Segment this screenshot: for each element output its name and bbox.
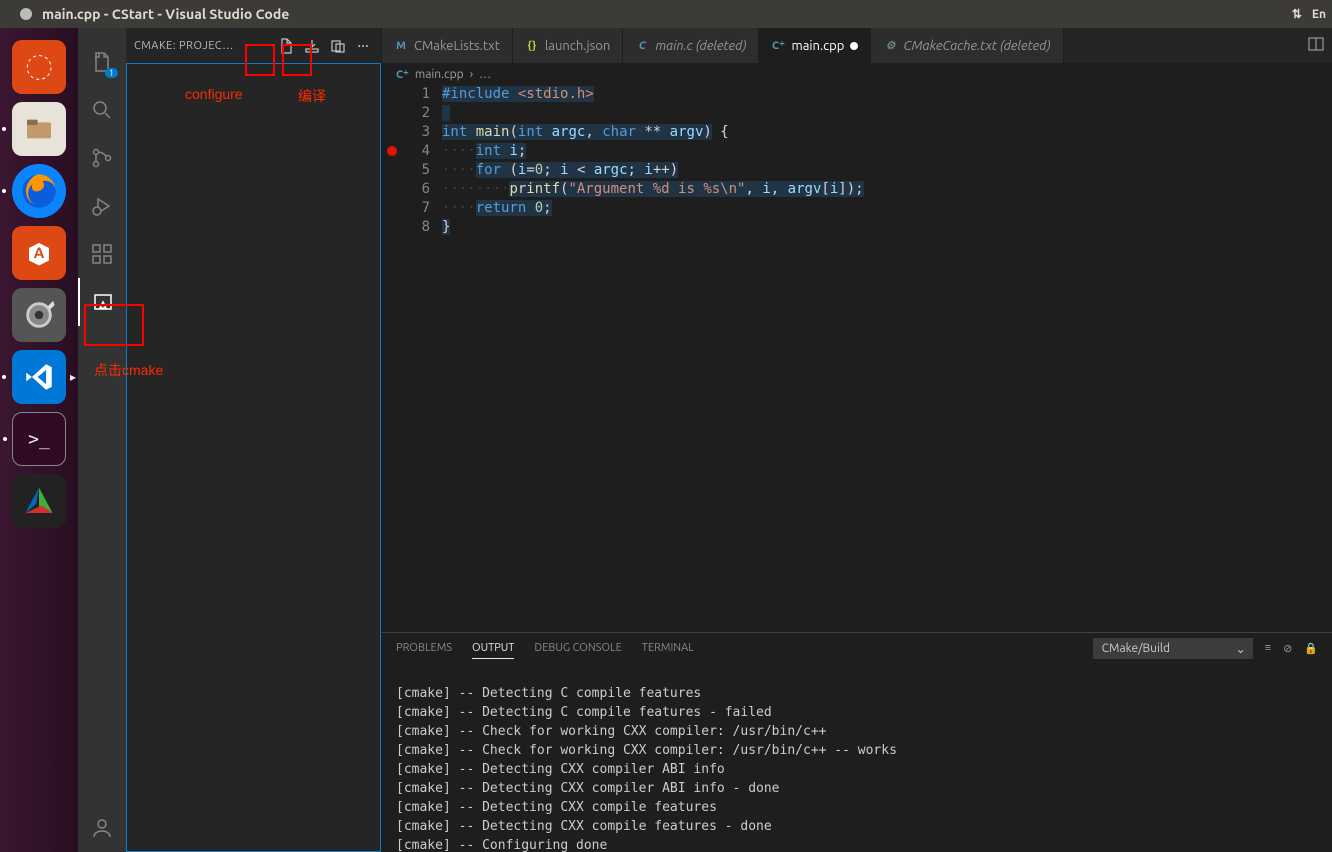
- launcher-vscode[interactable]: ▸: [12, 350, 66, 404]
- explorer-badge: 1: [105, 68, 118, 78]
- tab-cmakecache[interactable]: ⚙ CMakeCache.txt (deleted): [871, 28, 1063, 63]
- window-close-icon[interactable]: [20, 8, 32, 20]
- configure-icon[interactable]: [275, 35, 297, 57]
- launcher-software[interactable]: A: [12, 226, 66, 280]
- titlebar: main.cpp - CStart - Visual Studio Code ⇅…: [0, 0, 1332, 28]
- sidebar-header: CMAKE: PROJEC… ···: [126, 28, 381, 63]
- activity-account[interactable]: [78, 804, 126, 852]
- launcher-ubuntu[interactable]: ◌: [12, 40, 66, 94]
- svg-text:A: A: [34, 244, 45, 261]
- bottom-panel: PROBLEMS OUTPUT DEBUG CONSOLE TERMINAL C…: [382, 632, 1332, 852]
- tab-main-cpp[interactable]: C⁺ main.cpp: [759, 28, 871, 63]
- activity-bar: 1: [78, 28, 126, 852]
- keyboard-indicator[interactable]: En: [1312, 8, 1326, 21]
- launcher-settings[interactable]: [12, 288, 66, 342]
- ubuntu-launcher: ◌ A ▸ >_: [0, 0, 78, 852]
- launcher-terminal[interactable]: >_: [12, 412, 66, 466]
- tab-cmakelists[interactable]: M CMakeLists.txt: [382, 28, 513, 63]
- panel-tab-problems[interactable]: PROBLEMS: [396, 638, 452, 658]
- gear-icon: ⚙: [883, 39, 897, 53]
- panel-tabs: PROBLEMS OUTPUT DEBUG CONSOLE TERMINAL C…: [382, 633, 1332, 663]
- activity-explorer[interactable]: 1: [78, 38, 126, 86]
- sidebar-body[interactable]: [126, 63, 381, 852]
- editor-area: M CMakeLists.txt {} launch.json C main.c…: [382, 28, 1332, 852]
- panel-tab-debug[interactable]: DEBUG CONSOLE: [534, 638, 621, 658]
- activity-scm[interactable]: [78, 134, 126, 182]
- more-icon[interactable]: ···: [353, 37, 373, 55]
- code-editor[interactable]: 12345678 #include <stdio.h> int main(int…: [382, 85, 1332, 632]
- breakpoint-icon[interactable]: [387, 146, 397, 156]
- tabs-row: M CMakeLists.txt {} launch.json C main.c…: [382, 28, 1332, 63]
- build-icon[interactable]: [301, 35, 323, 57]
- tab-launch-json[interactable]: {} launch.json: [513, 28, 623, 63]
- activity-search[interactable]: [78, 86, 126, 134]
- panel-output[interactable]: [cmake] -- Detecting C compile features[…: [382, 663, 1332, 852]
- sync-icon[interactable]: ⇅: [1292, 7, 1302, 21]
- code-content[interactable]: #include <stdio.h> int main(int argc, ch…: [442, 85, 1332, 632]
- panel-tab-terminal[interactable]: TERMINAL: [642, 638, 694, 658]
- line-numbers: 12345678: [402, 85, 442, 632]
- window-title: main.cpp - CStart - Visual Studio Code: [42, 6, 289, 22]
- launcher-firefox[interactable]: [12, 164, 66, 218]
- vscode-window: 1: [78, 28, 1332, 852]
- panel-tab-output[interactable]: OUTPUT: [472, 638, 514, 659]
- breadcrumb[interactable]: C⁺ main.cpp › …: [382, 63, 1332, 85]
- c-file-icon: C: [635, 39, 649, 53]
- activity-debug[interactable]: [78, 182, 126, 230]
- output-channel-select[interactable]: CMake/Build: [1093, 638, 1253, 659]
- lock-scroll-icon[interactable]: 🔒: [1304, 642, 1318, 655]
- activity-extensions[interactable]: [78, 230, 126, 278]
- clear-output-icon[interactable]: ⊘: [1283, 642, 1292, 655]
- activity-cmake[interactable]: [78, 278, 126, 326]
- word-wrap-icon[interactable]: ≡: [1265, 642, 1271, 654]
- dirty-dot-icon: [850, 42, 858, 50]
- sidebar-title: CMAKE: PROJEC…: [134, 40, 271, 52]
- cpp-file-icon: C⁺: [771, 39, 785, 53]
- json-icon: {}: [525, 39, 539, 53]
- launcher-cmake-app[interactable]: [12, 474, 66, 528]
- sidebar: CMAKE: PROJEC… ···: [126, 28, 382, 852]
- split-editor-icon[interactable]: [1308, 36, 1324, 56]
- clean-rebuild-icon[interactable]: [327, 35, 349, 57]
- launcher-files[interactable]: [12, 102, 66, 156]
- tab-main-c[interactable]: C main.c (deleted): [623, 28, 759, 63]
- cmake-file-icon: M: [394, 39, 408, 53]
- cpp-breadcrumb-icon: C⁺: [396, 68, 409, 81]
